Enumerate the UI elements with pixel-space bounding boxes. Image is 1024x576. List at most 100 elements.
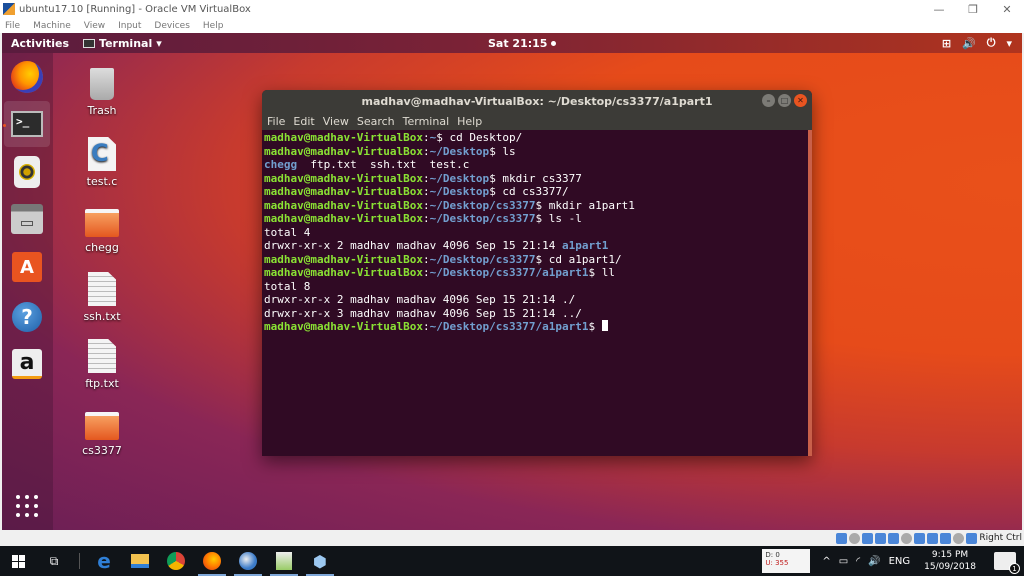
terminal-minimize-button[interactable]: – [762, 94, 775, 107]
taskbar-chrome[interactable] [158, 546, 194, 576]
menu-view[interactable]: View [84, 21, 105, 31]
usb-icon[interactable] [888, 532, 900, 544]
maximize-button[interactable]: ❐ [956, 0, 990, 18]
keyboard-icon[interactable] [966, 532, 978, 544]
activities-button[interactable]: Activities [11, 37, 69, 50]
start-button[interactable] [0, 546, 36, 576]
taskbar-virtualbox[interactable]: ⬢ [302, 546, 338, 576]
terminal-menu-view[interactable]: View [323, 115, 349, 128]
terminal-title-bar[interactable]: madhav@madhav-VirtualBox: ~/Desktop/cs33… [262, 90, 812, 112]
terminal-window[interactable]: madhav@madhav-VirtualBox: ~/Desktop/cs33… [262, 90, 812, 456]
app-menu[interactable]: Terminal ▾ [83, 37, 162, 50]
terminal-line: madhav@madhav-VirtualBox:~/Desktop$ cd c… [264, 185, 810, 199]
prompt-separator: : [422, 252, 430, 266]
chevron-down-icon: ▾ [1006, 36, 1012, 50]
shared-folders-icon[interactable] [901, 532, 913, 544]
show-applications-button[interactable] [8, 487, 46, 525]
cpu-icon[interactable] [940, 532, 952, 544]
terminal-menu-search[interactable]: Search [357, 115, 395, 128]
network-icon: ⊞ [941, 36, 952, 50]
rhythmbox-icon [14, 156, 40, 188]
audio-icon[interactable] [862, 532, 874, 544]
prompt-command: $ cd a1part1/ [535, 252, 622, 266]
minimize-button[interactable]: — [922, 0, 956, 18]
host-title-bar: ubuntu17.10 [Running] - Oracle VM Virtua… [0, 0, 1024, 18]
desktop-icon-chegg[interactable]: chegg [70, 209, 134, 254]
desktop-icon-ftp-txt[interactable]: ftp.txt [70, 339, 134, 390]
prompt-command: $ cd Desktop/ [436, 131, 523, 144]
desktop-icon-test-c[interactable]: C test.c [70, 137, 134, 188]
terminal-line: drwxr-xr-x 2 madhav madhav 4096 Sep 15 2… [264, 239, 810, 253]
menu-devices[interactable]: Devices [154, 21, 189, 31]
taskbar-firefox[interactable] [194, 546, 230, 576]
prompt-user-host: madhav@madhav-VirtualBox [264, 131, 423, 144]
language-indicator[interactable]: ENG [889, 556, 911, 567]
prompt-command: $ mkdir cs3377 [489, 171, 582, 185]
terminal-scrollbar[interactable] [808, 130, 812, 456]
dock-amazon[interactable]: a [8, 345, 46, 383]
terminal-menu-terminal[interactable]: Terminal [403, 115, 450, 128]
hdd-icon[interactable] [836, 532, 848, 544]
dock-software[interactable]: A [8, 248, 46, 286]
desktop-icon-cs3377[interactable]: cs3377 [70, 412, 134, 457]
mouse-integration-icon[interactable] [953, 532, 965, 544]
dock: >_ A ? a [2, 53, 53, 530]
gnome-top-bar: Activities Terminal ▾ Sat 21:15 ⊞ 🔊 ⏻ ▾ [2, 33, 1022, 53]
system-tray[interactable]: ⊞ 🔊 ⏻ ▾ [942, 36, 1012, 50]
network-adapter-icon[interactable] [875, 532, 887, 544]
prompt-separator: : [422, 320, 430, 333]
prompt-user-host: madhav@madhav-VirtualBox [264, 144, 423, 158]
desktop-icon-ssh-txt[interactable]: ssh.txt [70, 272, 134, 323]
dock-rhythmbox[interactable] [8, 153, 46, 191]
help-icon: ? [12, 302, 42, 332]
terminal-maximize-button[interactable]: □ [778, 94, 791, 107]
wifi-icon[interactable]: ◜ [856, 556, 860, 567]
menu-help[interactable]: Help [203, 21, 224, 31]
command-output: total 8 [264, 279, 311, 293]
terminal-menu-edit[interactable]: Edit [293, 115, 314, 128]
menu-file[interactable]: File [5, 21, 20, 31]
power-icon: ⏻ [986, 36, 996, 49]
desktop-icon-trash[interactable]: Trash [70, 68, 134, 117]
action-center-button[interactable]: 1 [994, 552, 1020, 574]
taskbar-thunderbird[interactable] [230, 546, 266, 576]
terminal-line: drwxr-xr-x 3 madhav madhav 4096 Sep 15 2… [264, 307, 810, 321]
menu-machine[interactable]: Machine [33, 21, 71, 31]
dock-terminal[interactable]: >_ [4, 101, 50, 147]
terminal-menu-help[interactable]: Help [457, 115, 482, 128]
terminal-line: total 4 [264, 226, 810, 240]
terminal-line: chegg ftp.txt ssh.txt test.c [264, 158, 810, 172]
terminal-menu-file[interactable]: File [267, 115, 285, 128]
prompt-separator: : [422, 212, 430, 225]
file-explorer-icon [131, 554, 149, 568]
prompt-user-host: madhav@madhav-VirtualBox [264, 266, 423, 279]
dock-help[interactable]: ? [8, 298, 46, 336]
close-button[interactable]: ✕ [990, 0, 1024, 18]
prompt-path: ~/Desktop/cs3377 [429, 198, 536, 212]
video-capture-icon[interactable] [927, 532, 939, 544]
taskbar-edge[interactable]: e [86, 546, 122, 576]
dock-firefox[interactable] [8, 58, 46, 96]
app-grid-icon [16, 495, 38, 517]
text-file-icon [88, 272, 116, 306]
taskbar-clock[interactable]: 9:15 PM 15/09/2018 [924, 549, 976, 573]
ls-files: ftp.txt ssh.txt test.c [297, 158, 470, 171]
optical-drive-icon[interactable] [849, 532, 861, 544]
taskbar-notepadpp[interactable] [266, 546, 302, 576]
prompt-path: ~/Desktop/cs3377 [429, 212, 536, 225]
task-view-button[interactable]: ⧉ [36, 546, 72, 576]
battery-icon[interactable]: ▭ [839, 556, 848, 567]
network-monitor[interactable]: D: 0 U: 355 [762, 549, 811, 573]
firefox-icon [11, 61, 43, 93]
menu-input[interactable]: Input [118, 21, 141, 31]
speaker-icon[interactable]: 🔊 [868, 556, 880, 567]
show-hidden-icons-button[interactable]: ^ [822, 556, 830, 567]
taskbar-file-explorer[interactable] [122, 546, 158, 576]
terminal-output[interactable]: madhav@madhav-VirtualBox:~$ cd Desktop/m… [262, 130, 812, 335]
terminal-close-button[interactable]: ✕ [794, 94, 807, 107]
clock[interactable]: Sat 21:15 [488, 37, 557, 50]
display-icon[interactable] [914, 532, 926, 544]
terminal-line: madhav@madhav-VirtualBox:~/Desktop/cs337… [264, 253, 810, 267]
dock-files[interactable] [8, 200, 46, 238]
taskbar-divider [72, 546, 86, 576]
